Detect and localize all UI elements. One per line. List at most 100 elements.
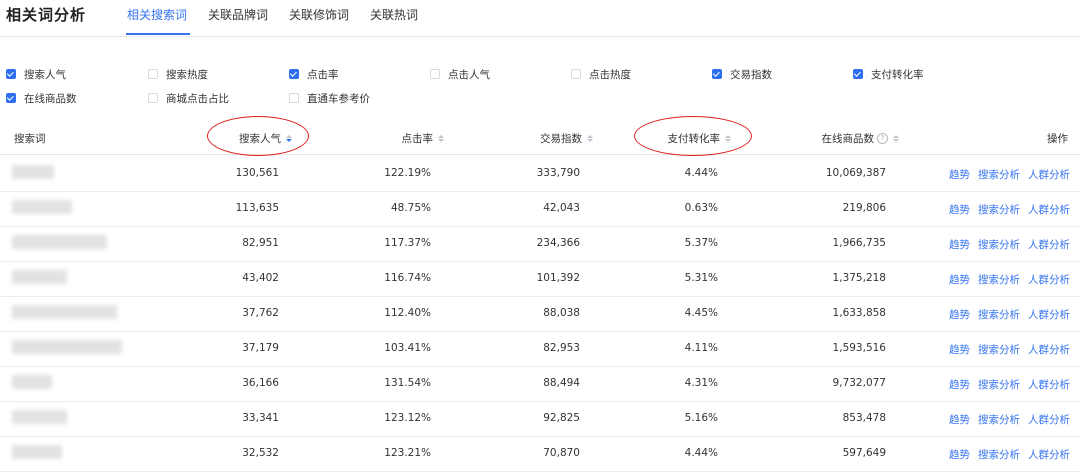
trend-link[interactable]: 趋势 bbox=[949, 412, 970, 427]
cell-trade-index: 88,038 bbox=[543, 307, 580, 319]
option-mall-click-share[interactable]: 商城点击占比 bbox=[148, 90, 229, 106]
cell-ctr: 116.74% bbox=[384, 272, 431, 284]
row-actions: 趋势 搜索分析 人群分析 bbox=[949, 412, 1070, 427]
trend-link[interactable]: 趋势 bbox=[949, 272, 970, 287]
search-analysis-link[interactable]: 搜索分析 bbox=[978, 447, 1020, 462]
tab-related-search-words[interactable]: 相关搜索词 bbox=[127, 6, 187, 23]
option-ctr[interactable]: 点击率 bbox=[289, 66, 339, 82]
keyword-redacted[interactable] bbox=[12, 165, 54, 179]
cell-trade-index: 92,825 bbox=[543, 412, 580, 424]
keyword-redacted[interactable] bbox=[12, 410, 67, 424]
search-analysis-link[interactable]: 搜索分析 bbox=[978, 272, 1020, 287]
keyword-redacted[interactable] bbox=[12, 200, 72, 214]
cell-search-popularity: 82,951 bbox=[242, 237, 279, 249]
search-analysis-link[interactable]: 搜索分析 bbox=[978, 167, 1020, 182]
checkbox-icon[interactable] bbox=[289, 93, 299, 103]
checkbox-icon[interactable] bbox=[571, 69, 581, 79]
cell-pay-conversion: 0.63% bbox=[684, 202, 718, 214]
option-online-items[interactable]: 在线商品数 bbox=[6, 90, 77, 106]
crowd-analysis-link[interactable]: 人群分析 bbox=[1028, 412, 1070, 427]
trend-link[interactable]: 趋势 bbox=[949, 447, 970, 462]
option-trade-index[interactable]: 交易指数 bbox=[712, 66, 772, 82]
col-search-popularity[interactable]: 搜索人气 bbox=[239, 131, 292, 146]
cell-pay-conversion: 4.44% bbox=[684, 167, 718, 179]
tab-related-modifier-words[interactable]: 关联修饰词 bbox=[289, 6, 349, 23]
row-actions: 趋势 搜索分析 人群分析 bbox=[949, 377, 1070, 392]
col-trade-index[interactable]: 交易指数 bbox=[540, 131, 593, 146]
cell-online-items: 1,966,735 bbox=[832, 237, 886, 249]
col-pay-conversion[interactable]: 支付转化率 bbox=[668, 131, 731, 146]
option-search-heat[interactable]: 搜索热度 bbox=[148, 66, 208, 82]
keyword-redacted[interactable] bbox=[12, 235, 107, 249]
trend-link[interactable]: 趋势 bbox=[949, 202, 970, 217]
keyword-redacted[interactable] bbox=[12, 445, 62, 459]
cell-search-popularity: 43,402 bbox=[242, 272, 279, 284]
cell-online-items: 853,478 bbox=[842, 412, 886, 424]
cell-ctr: 112.40% bbox=[384, 307, 431, 319]
option-search-popularity[interactable]: 搜索人气 bbox=[6, 66, 66, 82]
sort-caret-icon[interactable] bbox=[725, 135, 731, 142]
row-actions: 趋势 搜索分析 人群分析 bbox=[949, 202, 1070, 217]
metric-options: 搜索人气 搜索热度 点击率 点击人气 点击热度 交易指数 支付转化率 在线商品数… bbox=[0, 66, 1080, 110]
crowd-analysis-link[interactable]: 人群分析 bbox=[1028, 377, 1070, 392]
checkbox-icon[interactable] bbox=[148, 93, 158, 103]
cell-online-items: 1,375,218 bbox=[832, 272, 886, 284]
search-analysis-link[interactable]: 搜索分析 bbox=[978, 412, 1020, 427]
cell-pay-conversion: 4.45% bbox=[684, 307, 718, 319]
tab-related-brand-words[interactable]: 关联品牌词 bbox=[208, 6, 268, 23]
page-title: 相关词分析 bbox=[6, 6, 87, 24]
crowd-analysis-link[interactable]: 人群分析 bbox=[1028, 202, 1070, 217]
sort-caret-icon[interactable] bbox=[587, 135, 593, 142]
checkbox-icon[interactable] bbox=[289, 69, 299, 79]
search-analysis-link[interactable]: 搜索分析 bbox=[978, 377, 1020, 392]
trend-link[interactable]: 趋势 bbox=[949, 167, 970, 182]
cell-search-popularity: 37,179 bbox=[242, 342, 279, 354]
checkbox-icon[interactable] bbox=[430, 69, 440, 79]
sort-caret-icon[interactable] bbox=[893, 135, 899, 142]
table-row: 36,166 131.54% 88,494 4.31% 9,732,077 趋势 搜索分析人… bbox=[0, 366, 1080, 402]
search-analysis-link[interactable]: 搜索分析 bbox=[978, 237, 1020, 252]
search-analysis-link[interactable]: 搜索分析 bbox=[978, 202, 1020, 217]
table-row: 37,762 112.40% 88,038 4.45% 1,633,858 趋势 搜索分析人… bbox=[0, 296, 1080, 332]
checkbox-icon[interactable] bbox=[853, 69, 863, 79]
trend-link[interactable]: 趋势 bbox=[949, 237, 970, 252]
crowd-analysis-link[interactable]: 人群分析 bbox=[1028, 307, 1070, 322]
crowd-analysis-link[interactable]: 人群分析 bbox=[1028, 447, 1070, 462]
crowd-analysis-link[interactable]: 人群分析 bbox=[1028, 342, 1070, 357]
cell-ctr: 103.41% bbox=[384, 342, 431, 354]
checkbox-icon[interactable] bbox=[712, 69, 722, 79]
keyword-redacted[interactable] bbox=[12, 340, 122, 354]
checkbox-icon[interactable] bbox=[6, 93, 16, 103]
tab-related-hot-words[interactable]: 关联热词 bbox=[370, 6, 418, 23]
option-ztc-reference-price[interactable]: 直通车参考价 bbox=[289, 90, 370, 106]
trend-link[interactable]: 趋势 bbox=[949, 342, 970, 357]
cell-search-popularity: 37,762 bbox=[242, 307, 279, 319]
row-actions: 趋势 搜索分析 人群分析 bbox=[949, 342, 1070, 357]
table-row: 43,402 116.74% 101,392 5.31% 1,375,218 趋势 搜索分析… bbox=[0, 261, 1080, 297]
cell-pay-conversion: 4.31% bbox=[684, 377, 718, 389]
trend-link[interactable]: 趋势 bbox=[949, 307, 970, 322]
crowd-analysis-link[interactable]: 人群分析 bbox=[1028, 167, 1070, 182]
checkbox-icon[interactable] bbox=[148, 69, 158, 79]
col-keyword: 搜索词 bbox=[14, 133, 46, 145]
checkbox-icon[interactable] bbox=[6, 69, 16, 79]
col-ctr[interactable]: 点击率 bbox=[402, 131, 444, 146]
crowd-analysis-link[interactable]: 人群分析 bbox=[1028, 272, 1070, 287]
keyword-redacted[interactable] bbox=[12, 305, 117, 319]
keyword-redacted[interactable] bbox=[12, 270, 67, 284]
question-circle-icon[interactable]: ? bbox=[877, 133, 888, 144]
crowd-analysis-link[interactable]: 人群分析 bbox=[1028, 237, 1070, 252]
sort-caret-icon[interactable] bbox=[286, 135, 292, 142]
sort-caret-icon[interactable] bbox=[438, 135, 444, 142]
option-click-heat[interactable]: 点击热度 bbox=[571, 66, 631, 82]
trend-link[interactable]: 趋势 bbox=[949, 377, 970, 392]
option-click-popularity[interactable]: 点击人气 bbox=[430, 66, 490, 82]
cell-online-items: 10,069,387 bbox=[825, 167, 886, 179]
search-analysis-link[interactable]: 搜索分析 bbox=[978, 342, 1020, 357]
row-actions: 趋势 搜索分析 人群分析 bbox=[949, 237, 1070, 252]
keyword-redacted[interactable] bbox=[12, 375, 52, 389]
cell-ctr: 48.75% bbox=[390, 202, 431, 214]
search-analysis-link[interactable]: 搜索分析 bbox=[978, 307, 1020, 322]
col-online-items[interactable]: 在线商品数? bbox=[822, 131, 899, 146]
option-pay-conversion[interactable]: 支付转化率 bbox=[853, 66, 924, 82]
